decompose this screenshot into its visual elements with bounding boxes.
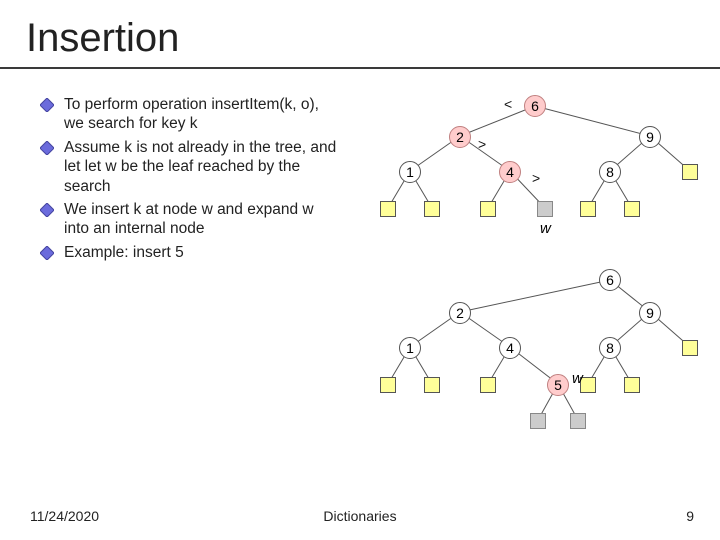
leaf-new xyxy=(530,413,546,429)
footer-date: 11/24/2020 xyxy=(30,508,99,524)
label-w: w xyxy=(572,370,583,387)
node-2-highlight: 2 xyxy=(449,126,471,148)
leaf-ext xyxy=(682,340,698,356)
leaf-ext xyxy=(624,377,640,393)
page-title: Insertion xyxy=(26,16,694,61)
diamond-icon xyxy=(40,141,56,155)
leaf-ext xyxy=(424,201,440,217)
bullet-item: Example: insert 5 xyxy=(40,243,340,262)
leaf-ext xyxy=(624,201,640,217)
compare-gt: > xyxy=(532,170,540,186)
node-8: 8 xyxy=(599,337,621,359)
compare-gt: > xyxy=(478,136,486,152)
bullet-text: To perform operation insertItem(k, o), w… xyxy=(64,95,340,134)
leaf-new xyxy=(570,413,586,429)
leaf-ext xyxy=(424,377,440,393)
diamond-icon xyxy=(40,98,56,112)
node-6: 6 xyxy=(599,269,621,291)
node-9: 9 xyxy=(639,302,661,324)
node-4: 4 xyxy=(499,337,521,359)
bullet-text: We insert k at node w and expand w into … xyxy=(64,200,340,239)
label-w: w xyxy=(540,220,551,237)
bullet-text: Assume k is not already in the tree, and… xyxy=(64,138,340,196)
node-5-inserted: 5 xyxy=(547,374,569,396)
title-bar: Insertion xyxy=(0,16,720,69)
bullet-text: Example: insert 5 xyxy=(64,243,184,262)
node-4-highlight: 4 xyxy=(499,161,521,183)
tree-before: 6 2 9 1 4 8 < > > w xyxy=(360,86,700,256)
leaf-ext xyxy=(580,201,596,217)
leaf-ext xyxy=(480,201,496,217)
bullet-item: We insert k at node w and expand w into … xyxy=(40,200,340,239)
footer-page: 9 xyxy=(686,508,694,524)
node-2: 2 xyxy=(449,302,471,324)
compare-lt: < xyxy=(504,96,512,112)
leaf-ext xyxy=(480,377,496,393)
bullet-list: To perform operation insertItem(k, o), w… xyxy=(40,95,340,266)
diamond-icon xyxy=(40,203,56,217)
node-1: 1 xyxy=(399,337,421,359)
leaf-w-highlight xyxy=(537,201,553,217)
footer-center: Dictionaries xyxy=(323,508,396,524)
tree-after: 6 2 9 1 4 8 5 w xyxy=(360,262,700,462)
bullet-item: Assume k is not already in the tree, and… xyxy=(40,138,340,196)
leaf-ext xyxy=(380,377,396,393)
node-8: 8 xyxy=(599,161,621,183)
node-1: 1 xyxy=(399,161,421,183)
leaf-ext xyxy=(380,201,396,217)
node-6-highlight: 6 xyxy=(524,95,546,117)
diamond-icon xyxy=(40,246,56,260)
bullet-item: To perform operation insertItem(k, o), w… xyxy=(40,95,340,134)
leaf-ext xyxy=(682,164,698,180)
node-9: 9 xyxy=(639,126,661,148)
